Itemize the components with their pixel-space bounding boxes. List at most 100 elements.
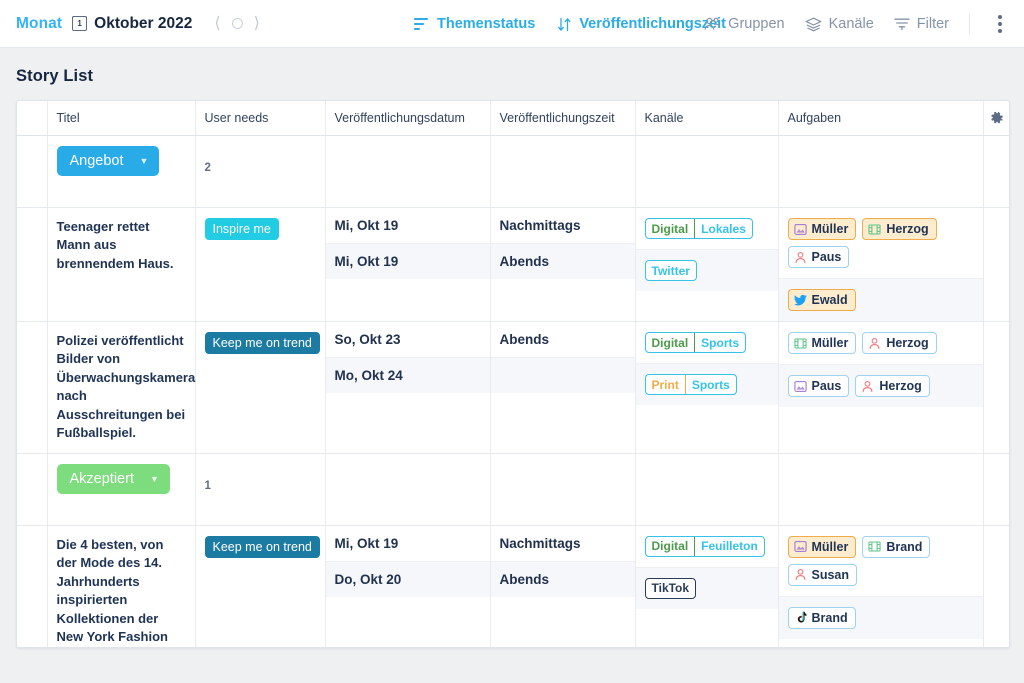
kebab-menu-icon[interactable] — [990, 11, 1010, 37]
task-chip-label: Paus — [812, 250, 842, 264]
user-need-badge[interactable]: Keep me on trend — [205, 536, 320, 558]
task-chip-group: Müller Herzog — [788, 332, 974, 354]
group-empty-cell — [17, 136, 47, 208]
toolbar-left-group: Monat 1 Oktober 2022 ⟨ ⟩ — [16, 15, 260, 33]
gear-icon[interactable] — [984, 101, 1011, 135]
group-empty-cell — [490, 453, 635, 525]
task-chip[interactable]: Müller — [788, 218, 857, 240]
channel-chip[interactable]: TikTok — [645, 578, 697, 599]
task-chip-group: Müller BrandSusan — [788, 536, 974, 586]
channels-cell: DigitalFeuilleton TikTok — [635, 525, 778, 648]
task-chip-label: Müller — [812, 540, 849, 554]
row-drag-handle[interactable] — [17, 322, 47, 454]
toolbar-item-label: Kanäle — [829, 16, 874, 32]
status-badge[interactable]: Angebot▼ — [57, 146, 160, 176]
tasks-cell: MüllerBrandSusanBrand — [778, 525, 983, 648]
task-chip-label: Müller — [812, 336, 849, 350]
column-header-veroeffentlichungszeit[interactable]: Veröffentlichungszeit — [490, 101, 635, 136]
sub-row: Nachmittags — [491, 526, 635, 562]
publish-time-cell: NachmittagsAbends — [490, 525, 635, 648]
status-badge[interactable]: Akzeptiert▼ — [57, 464, 170, 494]
channel-chip[interactable]: Twitter — [645, 260, 697, 281]
task-chip[interactable]: Herzog — [862, 332, 936, 354]
today-dot-icon[interactable] — [232, 18, 243, 29]
toolbar-item-themenstatus[interactable]: Themenstatus — [414, 16, 535, 32]
top-toolbar: Monat 1 Oktober 2022 ⟨ ⟩ Themenstatus — [0, 0, 1024, 48]
channel-chip[interactable]: DigitalFeuilleton — [645, 536, 765, 557]
toolbar-item-label: Gruppen — [728, 16, 784, 32]
task-chip[interactable]: Herzog — [862, 218, 936, 240]
sub-row: Twitter — [636, 250, 778, 291]
task-chip[interactable]: Müller — [788, 536, 857, 558]
film-icon — [868, 540, 881, 553]
task-chip-label: Herzog — [886, 336, 928, 350]
publish-date-cell: Mi, Okt 19Mi, Okt 19 — [325, 208, 490, 322]
channel-chip[interactable]: PrintSports — [645, 374, 737, 395]
date-display[interactable]: 1 Oktober 2022 — [72, 15, 192, 33]
column-header-aufgaben[interactable]: Aufgaben — [778, 101, 983, 136]
column-header-veroeffentlichungsdatum[interactable]: Veröffentlichungsdatum — [325, 101, 490, 136]
caret-down-icon[interactable]: ▼ — [150, 474, 159, 484]
channel-chip[interactable]: DigitalSports — [645, 332, 747, 353]
calendar-icon: 1 — [72, 16, 87, 31]
task-chip[interactable]: Brand — [788, 607, 856, 629]
user-need-badge[interactable]: Inspire me — [205, 218, 279, 240]
sub-row: DigitalFeuilleton — [636, 526, 778, 568]
row-drag-handle[interactable] — [17, 525, 47, 648]
channel-chip[interactable]: DigitalLokales — [645, 218, 753, 239]
toolbar-center-group: Themenstatus Veröffentlichungszeit — [414, 0, 726, 48]
story-title-cell: Die 4 besten, von der Mode des 14. Jahrh… — [47, 525, 195, 648]
task-chip[interactable]: Müller — [788, 332, 857, 354]
user-need-badge[interactable]: Keep me on trend — [205, 332, 320, 354]
task-chip-label: Brand — [812, 611, 848, 625]
group-status-cell: Angebot▼ — [47, 136, 195, 208]
sub-row: Do, Okt 20 — [326, 562, 490, 597]
toolbar-item-filter[interactable]: Filter — [894, 16, 949, 32]
task-chip[interactable]: Brand — [862, 536, 930, 558]
story-row[interactable]: Die 4 besten, von der Mode des 14. Jahrh… — [17, 525, 1010, 648]
group-count-cell: 2 — [195, 136, 325, 208]
sub-row: Abends — [491, 322, 635, 358]
period-navigation: ⟨ ⟩ — [214, 16, 260, 32]
task-chip[interactable]: Paus — [788, 375, 850, 397]
task-chip-group: PausHerzog — [788, 375, 974, 397]
story-title-cell: Teenager rettet Mann aus brennendem Haus… — [47, 208, 195, 322]
chevron-left-icon[interactable]: ⟨ — [214, 16, 220, 32]
toolbar-item-gruppen[interactable]: Gruppen — [704, 16, 784, 32]
sub-row: Müller Herzog — [779, 322, 983, 365]
task-chip[interactable]: Paus — [788, 246, 850, 268]
column-header-kanaele[interactable]: Kanäle — [635, 101, 778, 136]
sub-row — [491, 358, 635, 393]
caret-down-icon[interactable]: ▼ — [140, 156, 149, 166]
toolbar-item-veroeffentlichungszeit[interactable]: Veröffentlichungszeit — [557, 16, 726, 32]
column-header-titel[interactable]: Titel — [47, 101, 195, 136]
task-chip-group: MüllerHerzog Paus — [788, 218, 974, 268]
story-title: Teenager rettet Mann aus brennendem Haus… — [48, 208, 195, 283]
group-empty-cell — [325, 453, 490, 525]
task-chip[interactable]: Susan — [788, 564, 858, 586]
group-header-row: Angebot▼ 2 — [17, 136, 1010, 208]
group-empty-cell — [983, 453, 1010, 525]
toolbar-item-kanaele[interactable]: Kanäle — [805, 16, 874, 32]
task-chip[interactable]: Ewald — [788, 289, 856, 311]
task-chip[interactable]: Herzog — [855, 375, 929, 397]
view-mode-monat[interactable]: Monat — [16, 15, 62, 33]
row-drag-handle[interactable] — [17, 208, 47, 322]
row-settings-cell — [983, 322, 1010, 454]
column-header-user-needs[interactable]: User needs — [195, 101, 325, 136]
group-empty-cell — [635, 136, 778, 208]
image-icon — [794, 540, 807, 553]
chevron-right-icon[interactable]: ⟩ — [254, 16, 260, 32]
tiktok-icon — [794, 611, 807, 624]
column-settings-header[interactable] — [983, 101, 1010, 136]
channels-cell: DigitalLokales Twitter — [635, 208, 778, 322]
channel-chip-name: Sports — [686, 375, 736, 394]
story-row[interactable]: Polizei veröffentlicht Bilder von Überwa… — [17, 322, 1010, 454]
person-icon — [868, 337, 881, 350]
film-icon — [794, 337, 807, 350]
channel-chip-type: Digital — [646, 333, 696, 352]
sub-row: Mo, Okt 24 — [326, 358, 490, 393]
sub-row: Abends — [491, 562, 635, 597]
group-count: 2 — [196, 136, 325, 184]
story-row[interactable]: Teenager rettet Mann aus brennendem Haus… — [17, 208, 1010, 322]
